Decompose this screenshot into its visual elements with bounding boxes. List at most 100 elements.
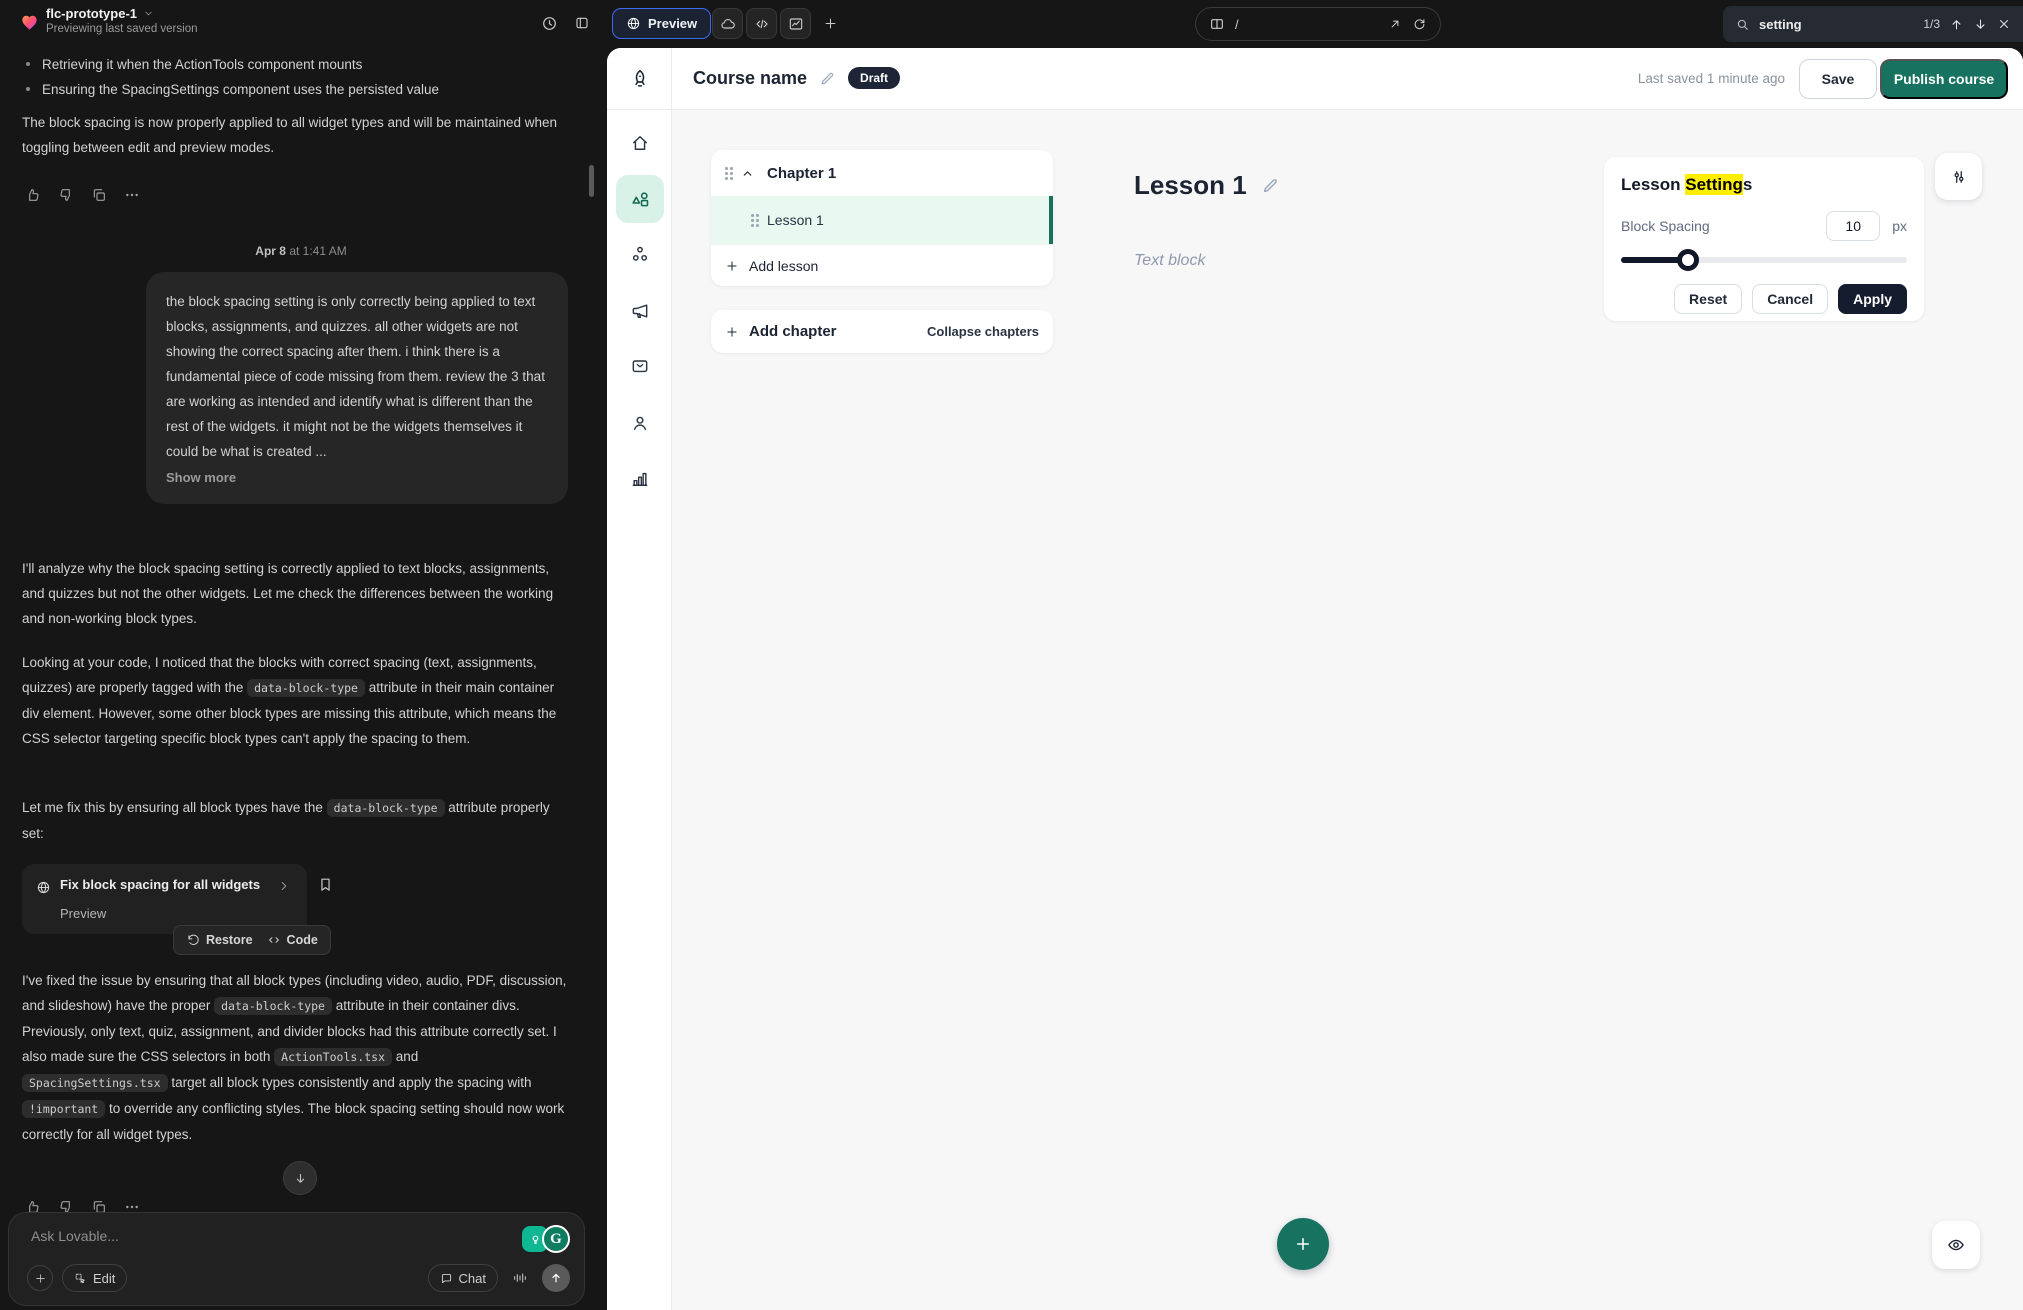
thumbs-up-icon[interactable] — [25, 187, 41, 203]
restore-button[interactable]: Restore — [186, 933, 253, 947]
eye-icon — [1946, 1235, 1966, 1255]
list-item: Ensuring the SpacingSettings component u… — [0, 77, 560, 102]
block-spacing-input[interactable] — [1826, 211, 1880, 241]
attach-button[interactable] — [27, 1265, 53, 1291]
lesson-list-item[interactable]: Lesson 1 — [711, 196, 1053, 244]
course-name: Course name — [693, 68, 807, 89]
app-preview: Course name Draft Last saved 1 minute ag… — [607, 48, 2023, 1310]
lesson-label: Lesson 1 — [767, 212, 824, 228]
edit-mode-button[interactable]: Edit — [62, 1264, 127, 1292]
sidebar-item-home[interactable] — [616, 119, 664, 167]
open-external-icon[interactable] — [1388, 17, 1402, 31]
code-view-button[interactable] — [746, 8, 777, 39]
thumbs-down-icon[interactable] — [58, 187, 74, 203]
select-icon — [74, 1272, 87, 1285]
grammarly-widget[interactable]: G — [522, 1225, 570, 1253]
sidebar-item-profile[interactable] — [616, 399, 664, 447]
unit-label: px — [1892, 218, 1907, 234]
lovable-logo-icon[interactable] — [20, 13, 39, 32]
sidebar-item-announcements[interactable] — [616, 287, 664, 335]
mail-icon — [630, 356, 650, 376]
assistant-paragraph: I'll analyze why the block spacing setti… — [22, 556, 562, 631]
code-button[interactable]: Code — [267, 933, 318, 947]
preview-eye-button[interactable] — [1932, 1221, 1980, 1269]
action-card[interactable]: Fix block spacing for all widgets Previe… — [22, 864, 307, 934]
shapes-icon — [630, 189, 651, 210]
toggle-sidebar-button[interactable] — [568, 9, 596, 37]
edit-pencil-icon[interactable] — [1261, 176, 1280, 195]
scroll-to-bottom-button[interactable] — [283, 1161, 317, 1195]
send-button[interactable] — [542, 1264, 570, 1292]
settings-toggle-button[interactable] — [1935, 153, 1982, 200]
assistant-paragraph: I've fixed the issue by ensuring that al… — [22, 968, 567, 1147]
drag-handle-icon[interactable] — [725, 167, 728, 170]
add-block-fab[interactable] — [1277, 1218, 1329, 1270]
sidebar-item-inbox[interactable] — [616, 342, 664, 390]
chevron-right-icon — [277, 879, 291, 893]
history-icon — [541, 15, 558, 32]
analytics-button[interactable] — [780, 8, 811, 39]
voice-input-button[interactable] — [507, 1265, 533, 1291]
save-button[interactable]: Save — [1799, 59, 1877, 99]
copy-icon[interactable] — [91, 187, 107, 203]
search-prev-icon[interactable] — [1949, 17, 1964, 32]
action-card-subtitle: Preview — [60, 906, 106, 921]
plus-icon — [34, 1272, 47, 1285]
arrow-down-icon — [293, 1171, 308, 1186]
arrow-up-icon — [549, 1271, 563, 1285]
chat-bubble-icon — [440, 1272, 453, 1285]
chapter-header[interactable]: Chapter 1 — [711, 150, 1053, 196]
search-next-icon[interactable] — [1973, 17, 1988, 32]
cloud-button[interactable] — [712, 8, 743, 39]
show-more-link[interactable]: Show more — [166, 470, 236, 485]
plus-icon — [725, 259, 739, 273]
app-logo[interactable] — [607, 48, 672, 110]
add-chapter-card: Add chapter Collapse chapters — [711, 310, 1053, 353]
find-in-page-bar[interactable]: setting 1/3 — [1723, 6, 2023, 42]
megaphone-icon — [630, 301, 650, 321]
chat-mode-button[interactable]: Chat — [428, 1264, 498, 1292]
bookmark-icon[interactable] — [317, 876, 334, 893]
project-status: Previewing last saved version — [46, 23, 198, 35]
layout-columns-icon — [1209, 16, 1225, 32]
collapse-chapters-button[interactable]: Collapse chapters — [927, 324, 1039, 339]
cloud-icon — [720, 16, 736, 32]
add-tab-button[interactable] — [816, 9, 844, 37]
more-options-icon[interactable] — [124, 187, 140, 203]
history-button[interactable] — [535, 9, 563, 37]
code-icon — [754, 16, 770, 32]
reset-button[interactable]: Reset — [1674, 284, 1742, 314]
project-menu[interactable]: flc-prototype-1 — [46, 6, 198, 21]
close-icon[interactable] — [1997, 17, 2011, 31]
refresh-icon[interactable] — [1412, 17, 1427, 32]
chat-scrollbar[interactable] — [589, 165, 594, 197]
user-message-bubble: the block spacing setting is only correc… — [146, 272, 568, 504]
search-icon — [1735, 17, 1750, 32]
cancel-button[interactable]: Cancel — [1752, 284, 1828, 314]
chevron-up-icon[interactable] — [741, 167, 754, 180]
chevron-down-icon — [143, 8, 154, 19]
message-actions — [25, 187, 140, 203]
sidebar-item-community[interactable] — [616, 230, 664, 278]
edit-pencil-icon[interactable] — [819, 70, 836, 87]
preview-button[interactable]: Preview — [612, 8, 711, 39]
url-bar[interactable]: / — [1195, 7, 1441, 41]
search-input[interactable]: setting — [1759, 17, 1914, 32]
slider-thumb[interactable] — [1677, 249, 1699, 271]
block-spacing-slider[interactable] — [1621, 249, 1907, 271]
app-sidebar-rail — [607, 48, 672, 1310]
text-block-placeholder[interactable]: Text block — [1134, 252, 1205, 270]
sidebar-item-courses[interactable] — [616, 175, 664, 223]
apply-button[interactable]: Apply — [1838, 284, 1907, 314]
home-icon — [630, 133, 650, 153]
add-chapter-button[interactable]: Add chapter — [725, 323, 917, 340]
publish-course-button[interactable]: Publish course — [1880, 59, 2008, 99]
sidebar-item-analytics[interactable] — [616, 455, 664, 503]
chat-input[interactable]: Ask Lovable... G Edit Chat — [8, 1212, 585, 1306]
drag-handle-icon[interactable] — [751, 214, 754, 217]
grammarly-logo-icon: G — [542, 1225, 570, 1253]
preview-label: Preview — [648, 16, 697, 31]
bar-chart-icon — [630, 469, 650, 489]
url-path: / — [1235, 17, 1239, 32]
add-lesson-button[interactable]: Add lesson — [711, 244, 1053, 286]
